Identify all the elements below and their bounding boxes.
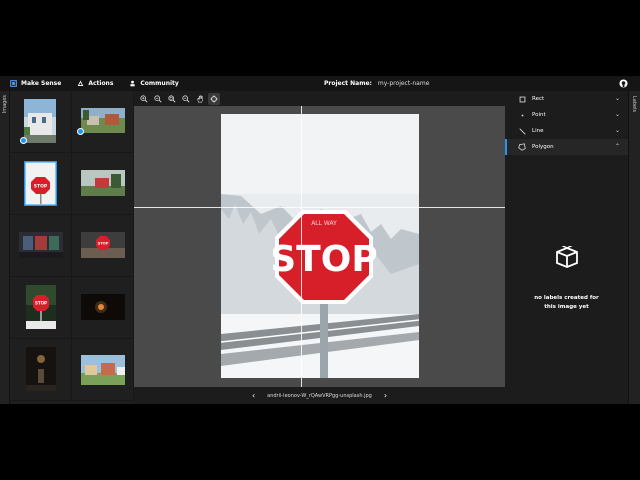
top-navigation-bar: Make Sense Actions Community Project Nam… bbox=[0, 76, 640, 91]
thumbnail-cell[interactable] bbox=[10, 91, 72, 153]
app-name: Make Sense bbox=[21, 80, 62, 87]
project-name-value[interactable]: my-project-name bbox=[378, 80, 429, 87]
thumb-night-figure[interactable] bbox=[26, 347, 56, 391]
menu-community-label: Community bbox=[140, 80, 179, 87]
thumbnail-cell[interactable] bbox=[72, 153, 134, 215]
crosshair-icon bbox=[210, 94, 218, 103]
thumb-shop-front[interactable] bbox=[19, 232, 63, 258]
label-type-point-label: Point bbox=[532, 112, 546, 118]
label-type-line[interactable]: Line ⌄ bbox=[505, 123, 628, 139]
previous-image-button[interactable]: ‹ bbox=[252, 391, 255, 400]
menu-community[interactable]: Community bbox=[129, 80, 179, 87]
thumb-stop-sign-forest[interactable]: STOP bbox=[26, 285, 56, 329]
image-filename: andrii-leonov-W_rQAwVRPgg-unsplash.jpg bbox=[267, 392, 372, 399]
thumb-houses-yard[interactable] bbox=[81, 108, 125, 133]
thumb-stop-sign-snow[interactable]: STOP bbox=[24, 161, 57, 206]
thumbnail-cell[interactable]: STOP bbox=[10, 277, 72, 339]
chevron-down-icon[interactable]: ⌄ bbox=[615, 111, 620, 118]
labels-tab[interactable]: Labels bbox=[628, 91, 640, 404]
editor-area: ALL WAY STOP ‹ andrii-leonov-W_rQAwVRPgg… bbox=[134, 91, 505, 404]
point-icon bbox=[517, 110, 527, 120]
empty-box-icon bbox=[556, 246, 578, 268]
zoom-max-button[interactable] bbox=[180, 93, 192, 105]
image-navigation: ‹ andrii-leonov-W_rQAwVRPgg-unsplash.jpg… bbox=[134, 387, 505, 404]
main-image-stop-sign: ALL WAY STOP bbox=[221, 114, 419, 378]
sign-stop-text: STOP bbox=[270, 239, 377, 280]
label-panel: Rect ⌄ Point ⌄ Line ⌄ Polygon ⌃ no label… bbox=[505, 91, 628, 404]
next-image-button[interactable]: › bbox=[384, 391, 387, 400]
thumbnail-cell[interactable] bbox=[10, 339, 72, 401]
empty-labels-message: no labels created for this image yet bbox=[505, 294, 628, 312]
line-icon bbox=[517, 126, 527, 136]
thumbnail-cell[interactable] bbox=[72, 91, 134, 153]
labels-tab-label: Labels bbox=[631, 96, 637, 113]
zoom-in-icon bbox=[140, 94, 148, 103]
polygon-icon bbox=[517, 142, 527, 152]
thumb-red-barn[interactable] bbox=[81, 170, 125, 196]
label-type-point[interactable]: Point ⌄ bbox=[505, 107, 628, 123]
menu-actions[interactable]: Actions bbox=[77, 80, 113, 87]
chevron-down-icon[interactable]: ⌄ bbox=[615, 127, 620, 134]
thumb-dark-lamp[interactable] bbox=[81, 294, 125, 320]
label-type-rect-label: Rect bbox=[532, 96, 545, 102]
github-icon bbox=[619, 79, 628, 88]
hand-icon bbox=[197, 95, 203, 102]
svg-text:STOP: STOP bbox=[34, 184, 48, 190]
thumbnail-cell[interactable] bbox=[10, 215, 72, 277]
label-type-rect[interactable]: Rect ⌄ bbox=[505, 91, 628, 107]
make-sense-logo-icon bbox=[10, 80, 17, 87]
image-thumbnail-list[interactable]: STOP STOP STOP bbox=[10, 91, 134, 404]
crosshair-horizontal-line bbox=[134, 207, 505, 208]
rect-icon bbox=[517, 94, 527, 104]
project-name-field[interactable]: Project Name: my-project-name bbox=[324, 80, 429, 87]
svg-text:STOP: STOP bbox=[35, 301, 47, 306]
processed-check-icon bbox=[77, 128, 84, 135]
crosshair-button[interactable] bbox=[208, 92, 220, 105]
zoom-fit-icon bbox=[168, 94, 176, 103]
zoom-in-button[interactable] bbox=[138, 93, 150, 105]
chevron-up-icon[interactable]: ⌃ bbox=[615, 143, 620, 150]
app-window: Make Sense Actions Community Project Nam… bbox=[0, 76, 640, 404]
image-canvas[interactable]: ALL WAY STOP bbox=[134, 106, 505, 387]
thumbnail-cell[interactable]: STOP bbox=[72, 215, 134, 277]
project-name-label: Project Name: bbox=[324, 80, 372, 87]
thumbnail-cell[interactable] bbox=[72, 339, 134, 401]
thumb-street-houses[interactable] bbox=[81, 355, 125, 385]
actions-icon bbox=[78, 80, 84, 87]
svg-text:STOP: STOP bbox=[98, 242, 109, 246]
zoom-max-icon bbox=[182, 94, 190, 103]
label-type-polygon[interactable]: Polygon ⌃ bbox=[505, 139, 628, 155]
menu-actions-label: Actions bbox=[88, 80, 114, 87]
empty-labels-line2: this image yet bbox=[544, 304, 589, 310]
crosshair-vertical-line bbox=[301, 106, 302, 387]
images-tab[interactable]: Images bbox=[0, 91, 10, 404]
app-logo[interactable]: Make Sense bbox=[10, 80, 61, 87]
editor-toolbar bbox=[134, 91, 505, 106]
sign-top-text: ALL WAY bbox=[311, 220, 337, 227]
thumbnail-cell[interactable]: STOP bbox=[10, 153, 72, 215]
zoom-out-button[interactable] bbox=[152, 93, 164, 105]
empty-labels-line1: no labels created for bbox=[534, 295, 599, 301]
zoom-fit-button[interactable] bbox=[166, 93, 178, 105]
chevron-down-icon[interactable]: ⌄ bbox=[615, 95, 620, 102]
community-icon bbox=[130, 80, 136, 87]
thumbnail-cell[interactable] bbox=[72, 277, 134, 339]
processed-check-icon bbox=[20, 137, 27, 144]
thumb-stop-sign-sky[interactable]: STOP bbox=[81, 232, 125, 258]
images-tab-label: Images bbox=[2, 95, 8, 114]
thumb-street-building[interactable] bbox=[24, 99, 56, 143]
hand-button[interactable] bbox=[194, 93, 206, 105]
zoom-out-icon bbox=[154, 94, 162, 103]
github-link[interactable] bbox=[619, 79, 628, 90]
label-type-line-label: Line bbox=[532, 128, 544, 134]
label-type-polygon-label: Polygon bbox=[532, 144, 554, 150]
